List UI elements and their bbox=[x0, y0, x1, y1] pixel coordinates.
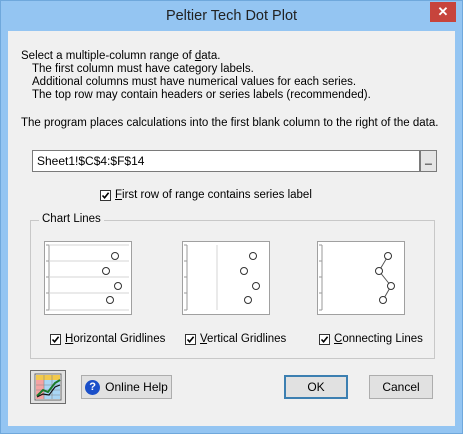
horizontal-gridlines-checkbox[interactable]: Horizontal Gridlines bbox=[50, 333, 165, 345]
online-help-button[interactable]: ? Online Help bbox=[81, 375, 172, 399]
title-bar[interactable]: Peltier Tech Dot Plot ✕ bbox=[1, 1, 462, 31]
window-title: Peltier Tech Dot Plot bbox=[165, 8, 298, 24]
logo-button[interactable] bbox=[30, 370, 66, 404]
dialog-window: Peltier Tech Dot Plot ✕ Select a multipl… bbox=[0, 0, 463, 434]
horizontal-gridlines-label: Horizontal Gridlines bbox=[65, 333, 166, 345]
range-select-button[interactable]: _ bbox=[420, 150, 437, 172]
cancel-button[interactable]: Cancel bbox=[369, 375, 433, 399]
chart-lines-legend: Chart Lines bbox=[39, 213, 104, 225]
vertical-gridlines-preview bbox=[182, 241, 270, 315]
dialog-body: Select a multiple-column range of data. … bbox=[8, 31, 455, 426]
checkbox-icon[interactable] bbox=[185, 333, 196, 345]
first-row-checkbox[interactable]: First row of range contains series label bbox=[100, 189, 312, 201]
online-help-label: Online Help bbox=[105, 380, 168, 394]
checkbox-icon[interactable] bbox=[100, 189, 111, 201]
chart-logo-icon bbox=[31, 373, 65, 406]
instruction-line-3: Additional columns must have numerical v… bbox=[32, 76, 357, 88]
vertical-gridlines-label: Vertical Gridlines bbox=[200, 333, 287, 345]
first-row-checkbox-label: First row of range contains series label bbox=[115, 189, 312, 201]
range-input[interactable]: Sheet1!$C$4:$F$14 bbox=[32, 150, 420, 172]
help-icon: ? bbox=[85, 379, 101, 395]
instruction-line-1: Select a multiple-column range of data. bbox=[21, 50, 221, 62]
instruction-line-4: The top row may contain headers or serie… bbox=[32, 89, 371, 101]
instruction-line-5: The program places calculations into the… bbox=[21, 117, 439, 129]
connecting-lines-checkbox[interactable]: Connecting Lines bbox=[319, 333, 423, 345]
close-button[interactable]: ✕ bbox=[430, 2, 456, 22]
checkbox-icon[interactable] bbox=[50, 333, 61, 345]
instruction-line-2: The first column must have category labe… bbox=[32, 63, 254, 75]
horizontal-gridlines-preview bbox=[44, 241, 132, 315]
ok-button[interactable]: OK bbox=[284, 375, 348, 399]
vertical-gridlines-checkbox[interactable]: Vertical Gridlines bbox=[185, 333, 286, 345]
close-icon: ✕ bbox=[437, 4, 449, 19]
collapse-icon: _ bbox=[425, 151, 432, 165]
connecting-lines-preview bbox=[317, 241, 405, 315]
connecting-lines-label: Connecting Lines bbox=[334, 333, 423, 345]
checkbox-icon[interactable] bbox=[319, 333, 330, 345]
